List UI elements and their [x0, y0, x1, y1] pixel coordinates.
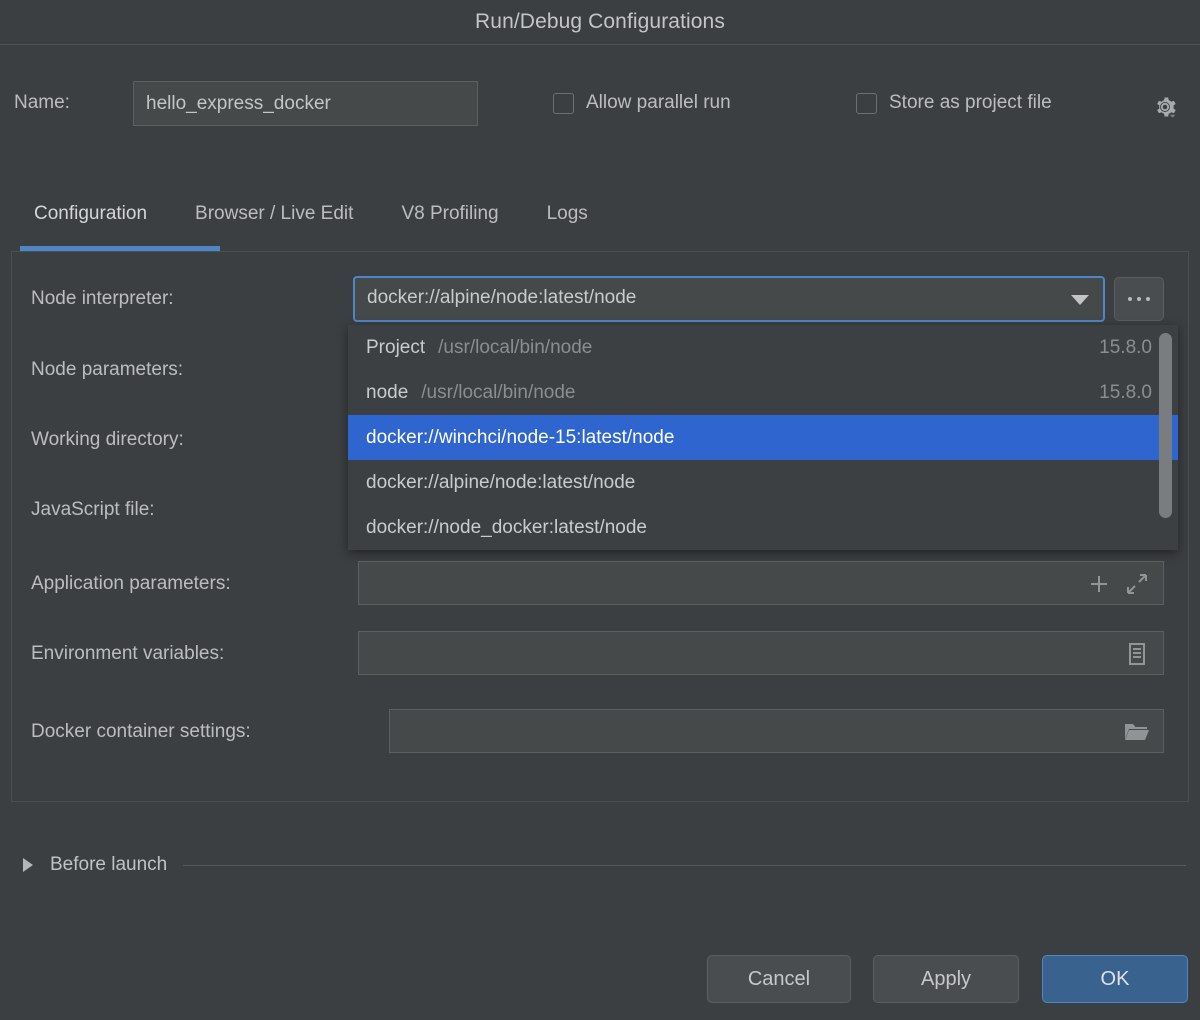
- list-item-name: docker://winchci/node-15:latest/node: [366, 427, 674, 449]
- environment-variables-label: Environment variables:: [31, 643, 224, 665]
- name-label: Name:: [14, 92, 70, 114]
- list-item[interactable]: docker://alpine/node:latest/node: [348, 460, 1178, 505]
- application-parameters-field[interactable]: [358, 561, 1164, 605]
- scrollbar-thumb[interactable]: [1159, 333, 1172, 518]
- list-item-selected[interactable]: docker://winchci/node-15:latest/node: [348, 415, 1178, 460]
- dialog-title: Run/Debug Configurations: [475, 10, 725, 34]
- divider: [183, 865, 1186, 866]
- node-interpreter-value: docker://alpine/node:latest/node: [367, 287, 636, 309]
- before-launch-label: Before launch: [50, 854, 167, 876]
- list-item-name: docker://alpine/node:latest/node: [366, 472, 635, 494]
- chevron-down-icon[interactable]: [1071, 295, 1089, 305]
- node-interpreter-browse-button[interactable]: [1114, 277, 1164, 321]
- chevron-right-icon[interactable]: [23, 858, 33, 872]
- node-interpreter-label: Node interpreter:: [31, 288, 174, 310]
- tab-bar: Configuration Browser / Live Edit V8 Pro…: [0, 200, 1200, 252]
- folder-icon[interactable]: [1123, 721, 1149, 743]
- gear-icon[interactable]: [1152, 94, 1178, 120]
- list-item-version: 15.8.0: [1099, 382, 1152, 404]
- list-item[interactable]: docker://node_docker:latest/node: [348, 505, 1178, 550]
- list-item-name: Project: [366, 337, 425, 359]
- cancel-button[interactable]: Cancel: [707, 955, 851, 1003]
- name-row: Name: Allow parallel run Store as projec…: [0, 78, 1200, 136]
- javascript-file-label: JavaScript file:: [31, 499, 155, 521]
- node-parameters-label: Node parameters:: [31, 359, 183, 381]
- dropdown-scrollbar[interactable]: [1159, 333, 1172, 533]
- before-launch-section[interactable]: Before launch: [0, 845, 1200, 885]
- list-item[interactable]: Project /usr/local/bin/node 15.8.0: [348, 325, 1178, 370]
- ellipsis-icon: [1146, 297, 1150, 301]
- ellipsis-icon: [1137, 297, 1141, 301]
- checkbox-box[interactable]: [856, 93, 877, 114]
- tab-browser-live-edit[interactable]: Browser / Live Edit: [195, 200, 353, 225]
- allow-parallel-run-checkbox[interactable]: Allow parallel run: [553, 92, 731, 114]
- store-as-project-file-checkbox[interactable]: Store as project file: [856, 92, 1052, 114]
- dialog-title-bar: Run/Debug Configurations: [0, 0, 1200, 45]
- tab-configuration[interactable]: Configuration: [34, 200, 147, 225]
- list-item-name: node: [366, 382, 408, 404]
- name-input[interactable]: [133, 81, 478, 126]
- node-interpreter-combobox[interactable]: docker://alpine/node:latest/node: [353, 276, 1105, 322]
- list-item-name: docker://node_docker:latest/node: [366, 517, 647, 539]
- plus-icon[interactable]: [1087, 572, 1111, 596]
- list-item-version: 15.8.0: [1099, 337, 1152, 359]
- docker-container-settings-field[interactable]: [389, 709, 1164, 753]
- ellipsis-icon: [1128, 297, 1132, 301]
- list-item[interactable]: node /usr/local/bin/node 15.8.0: [348, 370, 1178, 415]
- docker-container-settings-label: Docker container settings:: [31, 721, 251, 743]
- expand-icon[interactable]: [1125, 572, 1149, 596]
- working-directory-label: Working directory:: [31, 429, 184, 451]
- node-interpreter-dropdown-list[interactable]: Project /usr/local/bin/node 15.8.0 node …: [348, 325, 1178, 550]
- checkbox-box[interactable]: [553, 93, 574, 114]
- list-icon[interactable]: [1125, 641, 1149, 667]
- allow-parallel-run-label: Allow parallel run: [586, 92, 731, 114]
- ok-button[interactable]: OK: [1042, 955, 1188, 1003]
- apply-button[interactable]: Apply: [873, 955, 1019, 1003]
- environment-variables-field[interactable]: [358, 631, 1164, 675]
- tab-logs[interactable]: Logs: [547, 200, 588, 225]
- list-item-path: /usr/local/bin/node: [438, 337, 592, 359]
- tab-v8-profiling[interactable]: V8 Profiling: [401, 200, 498, 225]
- application-parameters-label: Application parameters:: [31, 573, 231, 595]
- store-as-project-file-label: Store as project file: [889, 92, 1052, 114]
- list-item-path: /usr/local/bin/node: [421, 382, 575, 404]
